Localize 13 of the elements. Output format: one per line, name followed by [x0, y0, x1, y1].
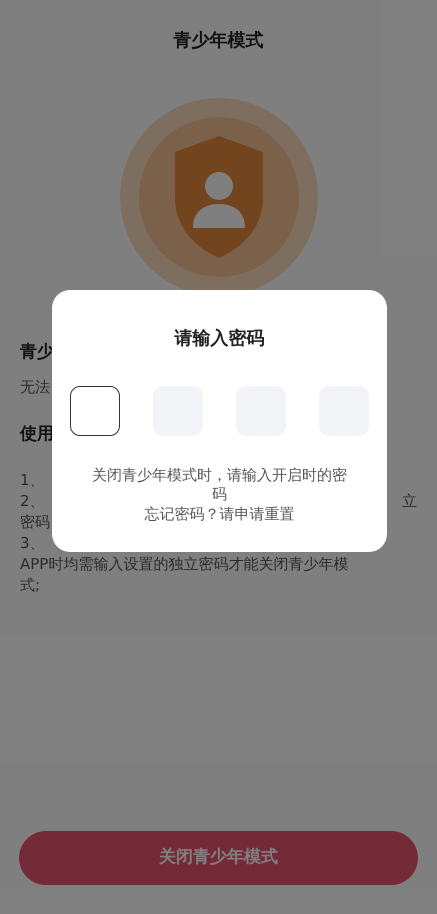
background-text: 立 [402, 491, 417, 512]
dialog-title: 请输入密码 [174, 327, 264, 351]
background-text: 1、 [20, 470, 45, 491]
code-input-field[interactable] [70, 386, 120, 436]
background-text: 2、 [20, 491, 45, 512]
background-text: 3、 [20, 533, 45, 554]
background-text: 密码 [20, 512, 50, 533]
background-text: 无法 [20, 377, 50, 398]
page-title: 青少年模式 [174, 28, 264, 52]
dialog-hint: 关闭青少年模式时，请输入开启时的密码 [91, 466, 348, 504]
background-text: APP时均需输入设置的独立密码才能关闭青少年模 [20, 554, 348, 575]
reset-password-link[interactable]: 忘记密码？请申请重置 [144, 504, 294, 524]
background-text: 式; [20, 575, 40, 596]
